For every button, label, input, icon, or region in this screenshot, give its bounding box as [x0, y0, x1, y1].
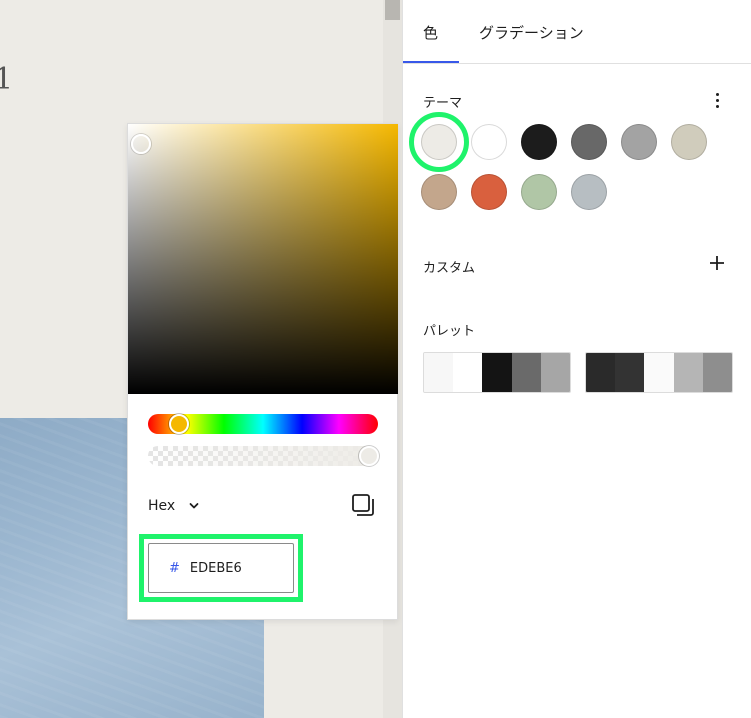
saturation-area[interactable]: [128, 124, 398, 394]
saturation-handle[interactable]: [131, 134, 151, 154]
tab-solid[interactable]: 色: [423, 0, 438, 64]
color-swatch[interactable]: [421, 124, 457, 160]
palette-color-chip: [702, 353, 732, 392]
color-swatch[interactable]: [421, 174, 457, 210]
palette-color-chip: [482, 353, 512, 392]
canvas-scrollbar-thumb[interactable]: [385, 0, 400, 20]
palette-option[interactable]: [585, 352, 733, 393]
color-swatch[interactable]: [571, 124, 607, 160]
canvas-text-fragment: 1: [0, 62, 14, 97]
color-swatch[interactable]: [471, 124, 507, 160]
color-settings-sidebar: 色 グラデーション テーマ カスタム パレット: [403, 0, 751, 718]
more-vertical-icon[interactable]: [707, 88, 727, 112]
copy-icon[interactable]: [350, 492, 376, 518]
color-swatch[interactable]: [671, 124, 707, 160]
hex-prefix: #: [169, 560, 180, 576]
palette-section-label: パレット: [423, 324, 476, 339]
hue-handle[interactable]: [169, 414, 189, 434]
chevron-down-icon: [189, 503, 199, 509]
hex-input[interactable]: [189, 560, 280, 576]
palette-color-chip: [615, 353, 645, 392]
tab-gradient[interactable]: グラデーション: [479, 0, 584, 64]
theme-section-label: テーマ: [423, 96, 463, 111]
hex-input-field[interactable]: #: [148, 543, 294, 593]
palette-option[interactable]: [423, 352, 571, 393]
palette-color-chip: [453, 353, 483, 392]
custom-section-label: カスタム: [423, 261, 476, 276]
color-swatch[interactable]: [571, 174, 607, 210]
palette-color-chip: [586, 353, 616, 392]
palette-color-chip: [424, 353, 454, 392]
alpha-handle[interactable]: [359, 446, 379, 466]
palette-color-chip: [540, 353, 570, 392]
color-format-select[interactable]: Hex: [148, 496, 199, 516]
color-swatch[interactable]: [521, 124, 557, 160]
active-tab-indicator: [403, 61, 459, 63]
hue-slider[interactable]: [148, 414, 378, 434]
palette-color-chip: [511, 353, 541, 392]
color-type-tabs: 色 グラデーション: [403, 0, 751, 64]
palette-color-chip: [673, 353, 703, 392]
color-picker-popover: Hex #: [127, 123, 398, 620]
alpha-slider[interactable]: [148, 446, 379, 466]
color-swatch[interactable]: [521, 174, 557, 210]
palette-color-chip: [644, 353, 674, 392]
color-format-label: Hex: [148, 498, 176, 514]
color-swatch[interactable]: [621, 124, 657, 160]
plus-icon[interactable]: [708, 254, 726, 272]
color-swatch[interactable]: [471, 174, 507, 210]
